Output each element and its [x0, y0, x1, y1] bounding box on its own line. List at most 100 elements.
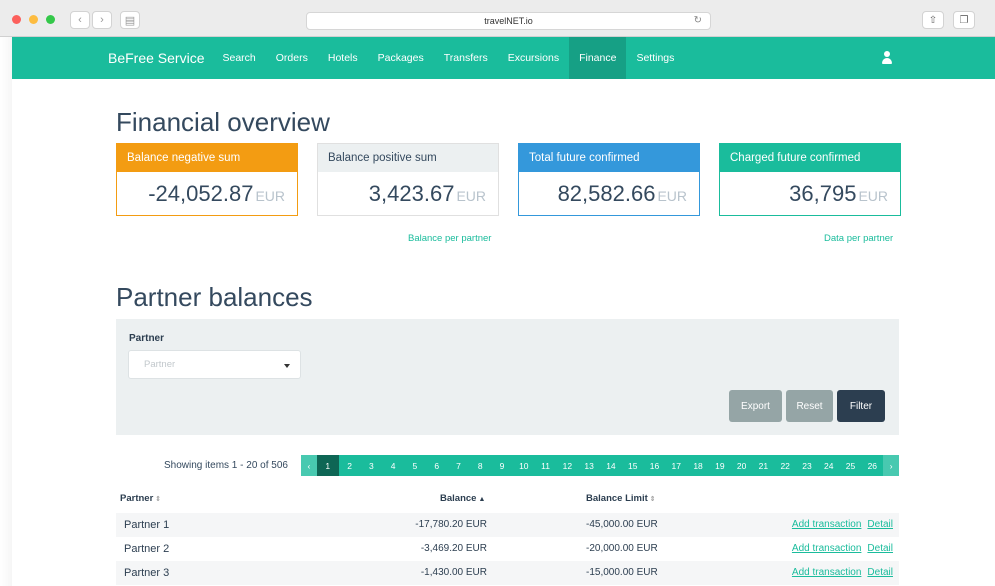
prev-page-icon[interactable]: ‹ [301, 455, 317, 476]
minimize-window-button[interactable] [29, 15, 38, 24]
sort-icon: ⇕ [155, 496, 162, 503]
page-22-button[interactable]: 22 [774, 455, 796, 476]
card-unit: EUR [255, 188, 285, 204]
page-5-button[interactable]: 5 [404, 455, 426, 476]
partner-name: Partner 1 [124, 519, 170, 531]
back-icon[interactable]: ‹ [70, 11, 90, 29]
sidebar-icon[interactable]: ▤ [120, 11, 140, 29]
page-edge [0, 37, 12, 586]
card-charged-future-confirmed: Charged future confirmed 36,795 EUR [719, 143, 901, 216]
card-label: Total future confirmed [519, 144, 699, 172]
card-unit: EUR [657, 188, 687, 204]
page-18-button[interactable]: 18 [687, 455, 709, 476]
column-header-balance-limit[interactable]: Balance Limit ⇕ [586, 493, 656, 504]
page-9-button[interactable]: 9 [491, 455, 513, 476]
page-1-button[interactable]: 1 [316, 455, 339, 476]
balance-value: -3,469.20 EUR [420, 543, 487, 554]
sort-asc-icon: ▲ [478, 496, 486, 503]
detail-link[interactable]: Detail [867, 519, 893, 530]
card-label: Balance negative sum [117, 144, 297, 172]
page-4-button[interactable]: 4 [382, 455, 404, 476]
reload-icon[interactable]: ↻ [694, 15, 702, 26]
filter-panel: Partner Partner Export Reset Filter [116, 319, 899, 435]
page-2-button[interactable]: 2 [339, 455, 361, 476]
zoom-window-button[interactable] [46, 15, 55, 24]
card-label: Charged future confirmed [720, 144, 900, 172]
partner-name: Partner 3 [124, 567, 170, 579]
page-13-button[interactable]: 13 [578, 455, 600, 476]
nav-transfers[interactable]: Transfers [434, 37, 498, 79]
nav-excursions[interactable]: Excursions [498, 37, 569, 79]
user-icon[interactable] [880, 50, 894, 66]
page-title: Financial overview [116, 107, 330, 137]
card-value: 3,423.67 [368, 181, 455, 206]
page-16-button[interactable]: 16 [644, 455, 666, 476]
add-transaction-link[interactable]: Add transaction [792, 567, 862, 578]
next-page-icon[interactable]: › [883, 455, 900, 476]
card-total-future-confirmed: Total future confirmed 82,582.66 EUR [518, 143, 700, 216]
page-12-button[interactable]: 12 [556, 455, 578, 476]
balance-limit-value: -15,000.00 EUR [586, 567, 658, 578]
column-header-balance[interactable]: Balance ▲ [440, 493, 485, 504]
card-balance-negative: Balance negative sum -24,052.87 EUR [116, 143, 298, 216]
card-label: Balance positive sum [318, 144, 498, 172]
share-icon[interactable]: ⇧ [922, 11, 944, 29]
nav-orders[interactable]: Orders [266, 37, 318, 79]
balance-per-partner-link[interactable]: Balance per partner [408, 233, 491, 244]
nav-hotels[interactable]: Hotels [318, 37, 368, 79]
close-window-button[interactable] [12, 15, 21, 24]
page-14-button[interactable]: 14 [600, 455, 622, 476]
card-balance-positive: Balance positive sum 3,423.67 EUR [317, 143, 499, 216]
nav-search[interactable]: Search [212, 37, 265, 79]
balance-limit-value: -20,000.00 EUR [586, 543, 658, 554]
card-unit: EUR [456, 188, 486, 204]
column-header-partner[interactable]: Partner ⇕ [120, 493, 161, 504]
forward-icon[interactable]: › [92, 11, 112, 29]
page-17-button[interactable]: 17 [665, 455, 687, 476]
detail-link[interactable]: Detail [867, 567, 893, 578]
partner-select[interactable]: Partner [128, 350, 301, 379]
page-15-button[interactable]: 15 [622, 455, 644, 476]
table-row: Partner 2 -3,469.20 EUR -20,000.00 EUR A… [116, 537, 899, 561]
browser-toolbar: ‹ › ▤ travelNET.io ↻ ⇧ ❐ [0, 0, 995, 37]
reset-button[interactable]: Reset [786, 390, 833, 422]
page-7-button[interactable]: 7 [448, 455, 470, 476]
page-19-button[interactable]: 19 [709, 455, 731, 476]
data-per-partner-link[interactable]: Data per partner [824, 233, 893, 244]
pagination-summary: Showing items 1 - 20 of 506 [164, 460, 288, 471]
page-11-button[interactable]: 11 [535, 455, 557, 476]
section-title: Partner balances [116, 282, 313, 312]
page-6-button[interactable]: 6 [426, 455, 448, 476]
card-value: 36,795 [789, 181, 857, 206]
chevron-down-icon [284, 364, 290, 368]
url-text: travelNET.io [484, 16, 533, 26]
page-10-button[interactable]: 10 [513, 455, 535, 476]
tabs-icon[interactable]: ❐ [953, 11, 975, 29]
address-bar[interactable]: travelNET.io ↻ [306, 12, 711, 30]
partner-select-placeholder: Partner [144, 359, 176, 370]
page-3-button[interactable]: 3 [360, 455, 382, 476]
brand-logo[interactable]: BeFree Service [108, 50, 204, 66]
balance-value: -17,780.20 EUR [415, 519, 487, 530]
detail-link[interactable]: Detail [867, 543, 893, 554]
page-21-button[interactable]: 21 [753, 455, 775, 476]
table-row: Partner 3 -1,430.00 EUR -15,000.00 EUR A… [116, 561, 899, 585]
card-unit: EUR [858, 188, 888, 204]
page-23-button[interactable]: 23 [796, 455, 818, 476]
nav-settings[interactable]: Settings [626, 37, 684, 79]
add-transaction-link[interactable]: Add transaction [792, 519, 862, 530]
page-25-button[interactable]: 25 [840, 455, 862, 476]
partner-name: Partner 2 [124, 543, 170, 555]
card-value: 82,582.66 [557, 181, 656, 206]
partner-filter-label: Partner [129, 333, 165, 344]
nav-finance[interactable]: Finance [569, 37, 627, 79]
page-20-button[interactable]: 20 [731, 455, 753, 476]
nav-packages[interactable]: Packages [368, 37, 434, 79]
export-button[interactable]: Export [729, 390, 782, 422]
sort-icon: ⇕ [649, 496, 656, 503]
page-24-button[interactable]: 24 [818, 455, 840, 476]
page-8-button[interactable]: 8 [469, 455, 491, 476]
page-26-button[interactable]: 26 [861, 455, 883, 476]
filter-button[interactable]: Filter [837, 390, 885, 422]
add-transaction-link[interactable]: Add transaction [792, 543, 862, 554]
